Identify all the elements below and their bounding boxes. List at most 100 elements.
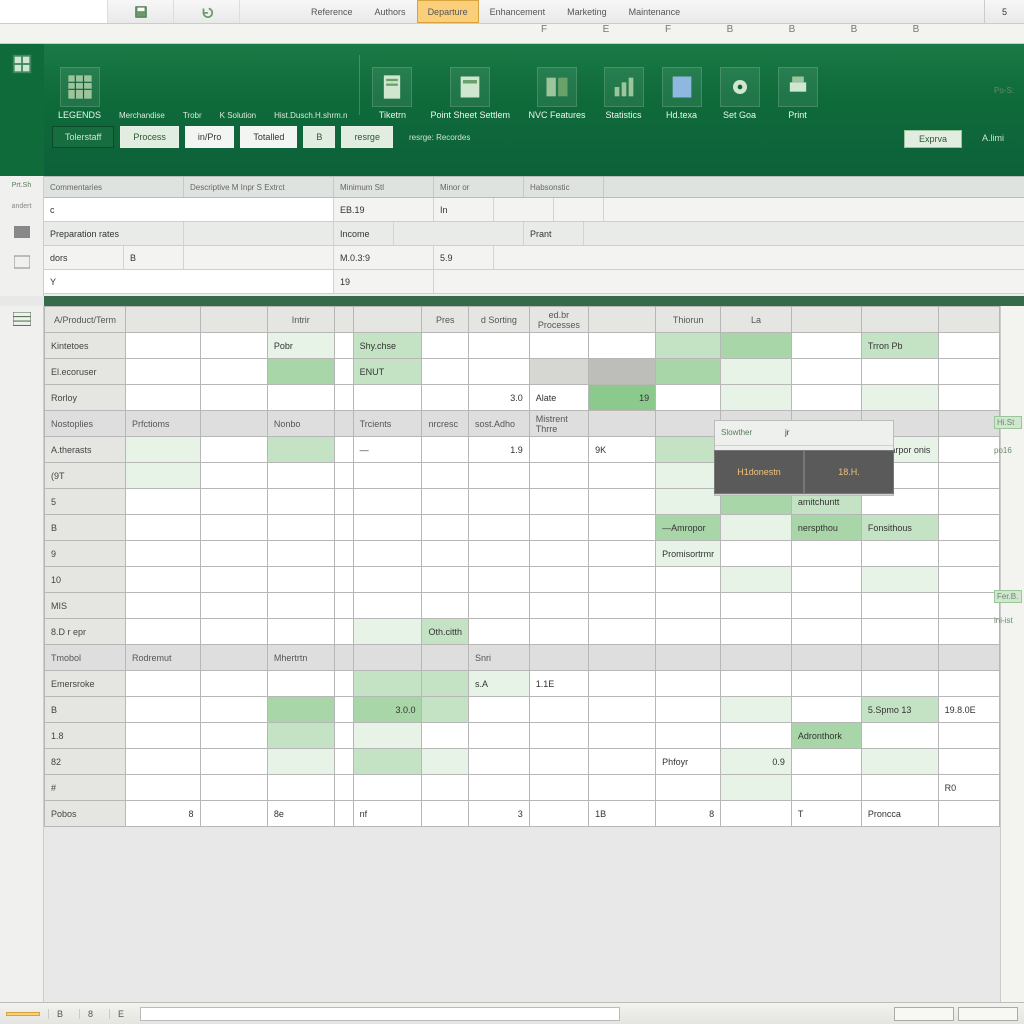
cell[interactable] [656, 697, 721, 723]
cell[interactable] [469, 749, 530, 775]
col-header[interactable] [200, 307, 267, 333]
tab-departure[interactable]: Departure [417, 0, 479, 23]
cell[interactable]: R0 [938, 775, 999, 801]
col-letter[interactable]: B [844, 24, 864, 43]
cell[interactable] [529, 359, 588, 385]
ribbon-subtab[interactable]: resrge [341, 126, 393, 148]
panel-cell[interactable]: c [44, 198, 334, 221]
col-header[interactable] [589, 307, 656, 333]
cell[interactable] [861, 385, 938, 411]
cell[interactable] [334, 333, 353, 359]
col-header[interactable]: d Sorting [469, 307, 530, 333]
col-header[interactable] [353, 307, 422, 333]
panel-cell[interactable]: In [434, 198, 494, 221]
cell[interactable]: Trcients [353, 411, 422, 437]
cell[interactable] [469, 593, 530, 619]
cell[interactable] [200, 411, 267, 437]
cell[interactable] [589, 541, 656, 567]
cell[interactable]: Promisortrmr [656, 541, 721, 567]
cell[interactable] [200, 775, 267, 801]
cell[interactable] [791, 775, 861, 801]
row-header[interactable]: 1.8 [45, 723, 126, 749]
row-header[interactable]: Pobos [45, 801, 126, 827]
row-header[interactable]: 10 [45, 567, 126, 593]
cell[interactable] [721, 671, 792, 697]
cell[interactable]: Alate [529, 385, 588, 411]
ribbon-group-print[interactable]: Print [772, 67, 824, 120]
cell[interactable]: 1B [589, 801, 656, 827]
ribbon-group-setgoa[interactable]: Set Goa [714, 67, 766, 120]
ribbon-group-hist[interactable]: Hist.Dusch.H.shrm.n [268, 81, 353, 120]
row-header[interactable]: A.therasts [45, 437, 126, 463]
col-header[interactable]: ed.br Processes [529, 307, 588, 333]
cell[interactable]: Adronthork [791, 723, 861, 749]
cell[interactable] [334, 801, 353, 827]
cell[interactable]: nrcresc [422, 411, 469, 437]
row-header[interactable]: 9 [45, 541, 126, 567]
col-header[interactable]: A/Product/Term [45, 307, 126, 333]
cell[interactable] [126, 619, 200, 645]
cell[interactable] [200, 593, 267, 619]
cell[interactable] [721, 359, 792, 385]
cell[interactable] [656, 385, 721, 411]
cell[interactable]: Trron Pb [861, 333, 938, 359]
cell[interactable]: nf [353, 801, 422, 827]
cell[interactable] [938, 359, 999, 385]
panel-cell[interactable]: Income [334, 222, 394, 245]
cell[interactable] [200, 463, 267, 489]
cell[interactable] [861, 541, 938, 567]
cell[interactable] [529, 489, 588, 515]
cell[interactable] [334, 619, 353, 645]
cell[interactable] [353, 463, 422, 489]
cell[interactable] [938, 645, 999, 671]
row-header[interactable]: B [45, 515, 126, 541]
cell[interactable] [267, 567, 334, 593]
panel-cell[interactable] [494, 198, 554, 221]
cell[interactable]: Shy.chse [353, 333, 422, 359]
cell[interactable] [126, 775, 200, 801]
cell[interactable] [861, 619, 938, 645]
cell[interactable] [334, 411, 353, 437]
cell[interactable] [656, 619, 721, 645]
col-letter[interactable]: B [720, 24, 740, 43]
cell[interactable] [469, 619, 530, 645]
row-header[interactable]: Rorloy [45, 385, 126, 411]
col-header[interactable]: Thiorun [656, 307, 721, 333]
row-header[interactable]: 8.D r epr [45, 619, 126, 645]
cell[interactable] [200, 671, 267, 697]
row-header[interactable]: (9T [45, 463, 126, 489]
cell[interactable] [861, 359, 938, 385]
ribbon-subtab-tolerstaff[interactable]: Tolerstaff [52, 126, 114, 148]
cell[interactable] [469, 515, 530, 541]
cell[interactable] [334, 489, 353, 515]
tab-enhancement[interactable]: Enhancement [479, 0, 557, 23]
cell[interactable] [422, 333, 469, 359]
col-letter[interactable]: B [782, 24, 802, 43]
cell[interactable] [529, 541, 588, 567]
col-letter[interactable]: F [658, 24, 678, 43]
cell[interactable] [126, 749, 200, 775]
cell[interactable] [334, 723, 353, 749]
ribbon-subtab[interactable]: B [303, 126, 335, 148]
col-letter[interactable]: B [906, 24, 926, 43]
cell[interactable] [126, 489, 200, 515]
ribbon-pill-exprva[interactable]: Exprva [904, 130, 962, 148]
panel-cell[interactable]: Preparation rates [44, 222, 184, 245]
cell[interactable] [422, 359, 469, 385]
col-header[interactable] [334, 307, 353, 333]
row-header[interactable]: 5 [45, 489, 126, 515]
cell[interactable]: T [791, 801, 861, 827]
cell[interactable] [721, 619, 792, 645]
cell[interactable] [656, 437, 721, 463]
cell[interactable] [589, 593, 656, 619]
cell[interactable] [267, 489, 334, 515]
cell[interactable] [126, 333, 200, 359]
cell[interactable] [589, 697, 656, 723]
cell[interactable] [721, 775, 792, 801]
cell[interactable] [126, 437, 200, 463]
cell[interactable] [353, 645, 422, 671]
cell[interactable]: ENUT [353, 359, 422, 385]
cell[interactable] [938, 463, 999, 489]
cell[interactable] [589, 463, 656, 489]
cell[interactable] [267, 619, 334, 645]
